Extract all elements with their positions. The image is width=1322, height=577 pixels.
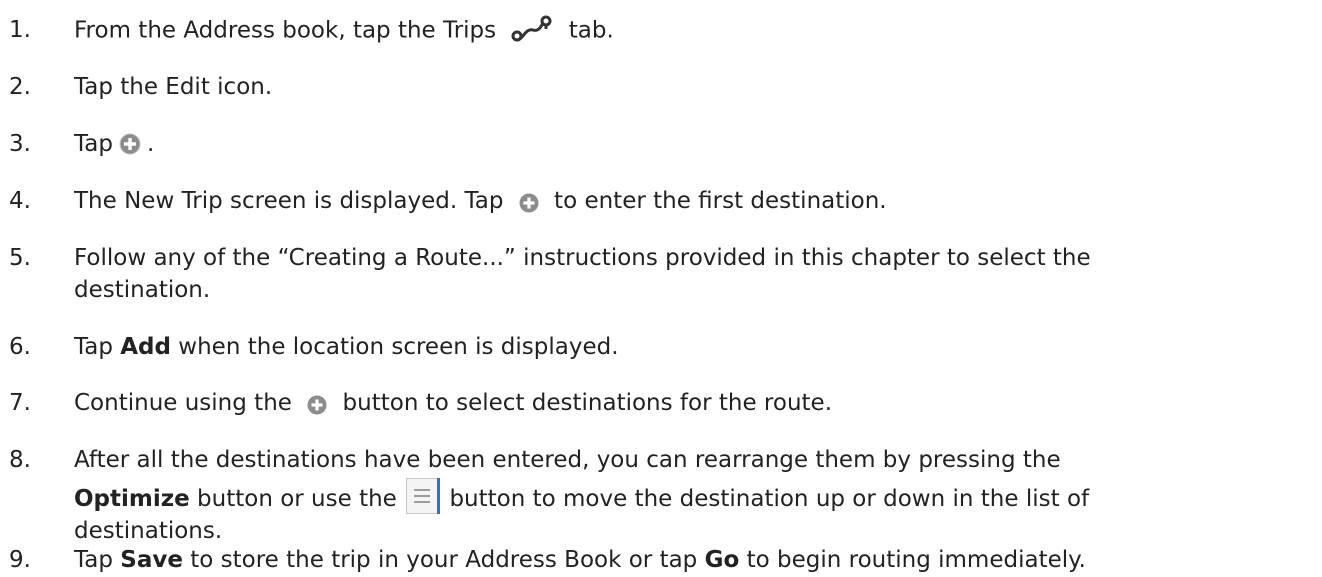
step-text: After all the destinations have been ent…: [74, 444, 1314, 547]
step-number: 5.: [9, 245, 31, 271]
step-text-bold: Add: [120, 334, 171, 360]
step-text: Tap .: [74, 128, 1314, 160]
step-number: 3.: [9, 131, 31, 157]
step-text: Follow any of the “Creating a Route...” …: [74, 242, 1314, 306]
step-text-pre: The New Trip screen is displayed. Tap: [74, 188, 504, 214]
step-text-line-2: destination.: [74, 277, 211, 303]
step-text-post: when the location screen is displayed.: [178, 334, 619, 360]
step-text-mid: button or use the: [197, 486, 397, 512]
step-number: 7.: [9, 390, 31, 416]
step-text-pre: From the Address book, tap the Trips: [74, 17, 497, 44]
step-text-line-2: Optimize button or use the button to mov…: [74, 478, 1314, 515]
step-text-pre: Tap: [74, 547, 113, 573]
step-text-post: .: [146, 131, 155, 157]
step-text-post: tab.: [568, 17, 614, 44]
step-text-pre: Continue using the: [74, 390, 292, 416]
step-number: 6.: [9, 334, 31, 360]
step-number: 8.: [9, 447, 31, 473]
step-number: 4.: [9, 188, 31, 214]
plus-circle-icon: [307, 392, 327, 414]
step-number: 9.: [9, 547, 31, 573]
step-text-post: button to select destinations for the ro…: [342, 390, 833, 416]
step-text-line-3: destinations.: [74, 518, 223, 544]
step-text-bold-save: Save: [120, 547, 183, 573]
step-text: Tap Save to store the trip in your Addre…: [74, 544, 1314, 576]
step-number: 1.: [9, 17, 31, 43]
step-text: Continue using the button to select dest…: [74, 387, 1314, 419]
step-number: 2.: [9, 74, 31, 100]
trips-route-icon: [509, 14, 555, 44]
step-text-pre: Tap: [74, 131, 113, 157]
list-reorder-icon: [406, 478, 441, 514]
step-text-line-1: Follow any of the “Creating a Route...” …: [74, 245, 1091, 271]
plus-circle-icon: [519, 190, 539, 212]
step-text-mid: to store the trip in your Address Book o…: [190, 547, 698, 573]
step-text-post: to begin routing immediately.: [746, 547, 1086, 573]
step-text-line-1: After all the destinations have been ent…: [74, 447, 1061, 473]
plus-circle-icon: [119, 132, 141, 154]
instruction-list: 1. From the Address book, tap the Trips …: [0, 0, 1322, 577]
step-text-bold: Optimize: [74, 486, 190, 512]
step-text-post: button to move the destination up or dow…: [449, 486, 1090, 512]
step-text: Tap the Edit icon.: [74, 74, 273, 100]
step-text: The New Trip screen is displayed. Tap to…: [74, 185, 1314, 217]
step-text-post: to enter the first destination.: [554, 188, 887, 214]
step-text-pre: Tap: [74, 334, 113, 360]
step-text: Tap Add when the location screen is disp…: [74, 331, 1314, 363]
step-text: From the Address book, tap the Trips tab…: [74, 14, 1314, 48]
step-text-bold-go: Go: [704, 547, 740, 573]
